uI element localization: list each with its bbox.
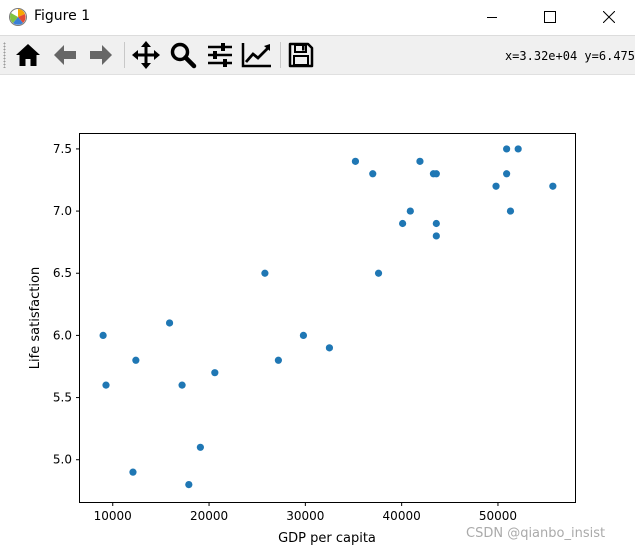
configure-subplots-button[interactable] bbox=[203, 39, 237, 71]
x-tick-label: 20000 bbox=[190, 509, 228, 523]
data-point bbox=[178, 381, 186, 389]
data-point bbox=[185, 480, 193, 489]
data-point bbox=[351, 157, 360, 165]
data-point bbox=[369, 170, 377, 178]
edit-axes-icon bbox=[241, 43, 271, 68]
y-tick-label: 6.5 bbox=[53, 266, 72, 280]
back-button[interactable] bbox=[48, 39, 82, 71]
toolbar-grip[interactable] bbox=[3, 42, 6, 68]
pan-move-icon bbox=[132, 41, 160, 69]
data-point bbox=[416, 157, 424, 165]
data-point bbox=[399, 219, 407, 228]
data-point bbox=[432, 170, 440, 178]
maximize-button[interactable] bbox=[527, 0, 573, 34]
data-point bbox=[211, 369, 219, 377]
data-point bbox=[503, 170, 511, 178]
data-point bbox=[132, 356, 140, 364]
y-tick-label: 6.0 bbox=[53, 328, 72, 342]
back-arrow-icon bbox=[54, 45, 76, 65]
x-axis: 10000 20000 30000 40000 50000 bbox=[94, 502, 517, 523]
data-point bbox=[492, 182, 500, 190]
toolbar-separator bbox=[124, 42, 125, 68]
cursor-coordinates: x=3.32e+04 y=6.475 bbox=[504, 49, 635, 63]
forward-arrow-icon bbox=[90, 45, 112, 65]
data-point bbox=[99, 331, 107, 340]
home-button[interactable] bbox=[11, 39, 45, 71]
plot-area bbox=[79, 133, 576, 503]
maximize-icon bbox=[544, 11, 556, 23]
data-point bbox=[432, 219, 440, 228]
minimize-icon bbox=[487, 17, 497, 18]
zoom-button[interactable] bbox=[166, 39, 200, 71]
y-axis: 5.0 5.5 6.0 6.5 7.0 7.5 bbox=[53, 142, 80, 467]
data-point bbox=[549, 182, 557, 190]
configure-subplots-icon bbox=[208, 43, 232, 67]
x-tick-label: 30000 bbox=[286, 509, 324, 523]
data-point bbox=[261, 269, 269, 277]
data-point bbox=[299, 331, 308, 340]
data-point bbox=[325, 344, 334, 352]
data-point bbox=[432, 232, 440, 240]
x-tick-label: 40000 bbox=[383, 509, 421, 523]
save-disk-icon bbox=[288, 42, 314, 68]
pan-button[interactable] bbox=[129, 39, 163, 71]
data-point bbox=[274, 356, 282, 364]
y-tick-label: 7.5 bbox=[53, 142, 72, 156]
data-point bbox=[165, 319, 174, 327]
zoom-magnifier-icon bbox=[170, 42, 197, 69]
data-point bbox=[374, 269, 383, 277]
home-icon bbox=[16, 44, 40, 66]
data-point bbox=[506, 207, 515, 215]
x-tick-label: 10000 bbox=[94, 509, 132, 523]
window-title: Figure 1 bbox=[34, 8, 91, 24]
y-tick-label: 7.0 bbox=[53, 204, 72, 218]
data-point bbox=[129, 468, 137, 476]
y-tick-label: 5.0 bbox=[53, 453, 72, 467]
navigation-toolbar: x=3.32e+04 y=6.475 bbox=[0, 35, 635, 75]
x-tick-label: 50000 bbox=[479, 509, 517, 523]
save-button[interactable] bbox=[284, 39, 318, 71]
y-tick-label: 5.5 bbox=[53, 391, 72, 405]
matplotlib-logo-icon bbox=[9, 8, 27, 26]
data-point bbox=[514, 145, 522, 153]
close-button[interactable] bbox=[586, 0, 632, 34]
window-titlebar: Figure 1 bbox=[0, 0, 635, 34]
data-point bbox=[503, 145, 511, 153]
data-point bbox=[406, 207, 414, 215]
close-icon bbox=[603, 11, 615, 23]
toolbar-separator bbox=[280, 42, 281, 68]
data-point bbox=[102, 381, 110, 389]
edit-axes-button[interactable] bbox=[240, 39, 274, 71]
data-point bbox=[196, 443, 204, 451]
forward-button[interactable] bbox=[84, 39, 118, 71]
y-axis-label: Life satisfaction bbox=[28, 267, 43, 369]
minimize-button[interactable] bbox=[469, 0, 515, 34]
scatter-plot[interactable]: 10000 20000 30000 40000 50000 5.0 5.5 6.0 6.5 7.… bbox=[0, 74, 635, 551]
x-axis-label: GDP per capita bbox=[278, 531, 376, 546]
watermark: CSDN @qianbo_insist bbox=[466, 526, 606, 541]
